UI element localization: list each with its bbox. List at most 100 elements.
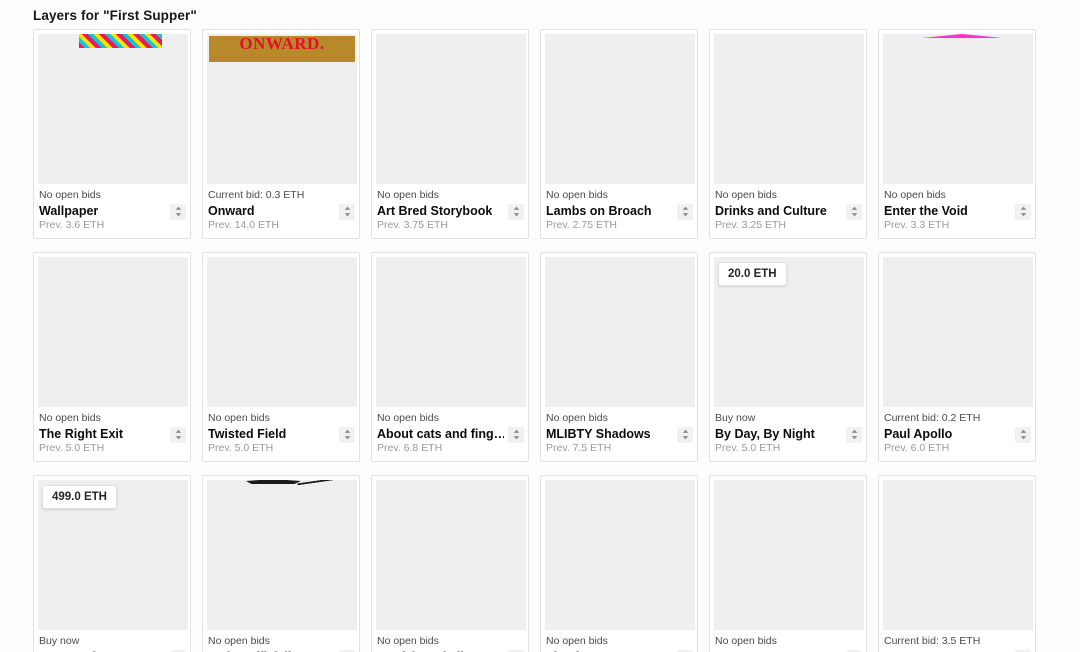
layer-meta: Current bid: 3.5 ETHI AM THE TABLE: [883, 630, 1031, 652]
previous-price: Prev. 3.25 ETH: [715, 219, 786, 231]
previous-price: Prev. 3.3 ETH: [884, 219, 950, 231]
layer-card[interactable]: No open bidsJudas officiallyPrev. 5.6 ET…: [202, 475, 360, 652]
layer-thumbnail[interactable]: [207, 257, 357, 407]
layer-card[interactable]: No open bids Drinks and Culture Prev. 3.25…: [709, 29, 867, 239]
layer-title: By Day, By Night: [715, 427, 815, 441]
price-badge: 499.0 ETH: [42, 485, 117, 509]
layer-meta: No open bids Art Bred Storybook Prev. 3.75…: [376, 184, 524, 238]
layer-card[interactable]: No open bids Wallpaper Prev. 3.6 ETH: [33, 29, 191, 239]
layer-card[interactable]: 20.0 ETH Buy now By Day, By Night Prev. 5.0…: [709, 252, 867, 462]
chevron-up-down-icon[interactable]: [846, 426, 862, 443]
layer-meta: Buy now By Day, By Night Prev. 5.0 ETH: [714, 407, 862, 461]
bid-status: No open bids: [546, 412, 608, 424]
bid-status: No open bids: [377, 635, 439, 647]
bid-status: Buy now: [39, 635, 80, 647]
previous-price: Prev. 5.0 ETH: [715, 442, 781, 454]
layer-card[interactable]: No open bids MLIBTY Shadows Prev. 7.5 ETH: [540, 252, 698, 462]
previous-price: Prev. 7.5 ETH: [546, 442, 612, 454]
layer-thumbnail[interactable]: [883, 34, 1033, 184]
layer-thumbnail[interactable]: [883, 257, 1033, 407]
layer-thumbnail[interactable]: [545, 480, 695, 630]
chevron-up-down-icon[interactable]: [677, 426, 693, 443]
layer-thumbnail[interactable]: [38, 34, 188, 184]
bid-status: No open bids: [39, 189, 101, 201]
layer-card[interactable]: No open bidsThe three GracesPrev. 20.0 E…: [540, 475, 698, 652]
layer-thumbnail[interactable]: [207, 34, 357, 184]
layer-title: Onward: [208, 204, 255, 218]
layer-meta: Current bid: 0.3 ETH Onward Prev. 14.0 ETH: [207, 184, 355, 238]
chevron-up-down-icon[interactable]: [1015, 426, 1031, 443]
layer-thumbnail[interactable]: [714, 34, 864, 184]
layer-title: Twisted Field: [208, 427, 287, 441]
bid-status: No open bids: [208, 635, 270, 647]
bid-status: No open bids: [546, 635, 608, 647]
layer-title-row: The Right Exit: [39, 426, 186, 443]
layer-title: Art Bred Storybook: [377, 204, 493, 218]
layer-title-row: Art Bred Storybook: [377, 203, 524, 220]
chevron-up-down-icon[interactable]: [170, 203, 186, 220]
previous-price: Prev. 3.6 ETH: [39, 219, 105, 231]
layer-card[interactable]: No open bids The Right Exit Prev. 5.0 ETH: [33, 252, 191, 462]
layer-thumbnail[interactable]: [376, 34, 526, 184]
layer-meta: No open bids Drinks and Culture Prev. 3.25…: [714, 184, 862, 238]
layer-title-row: Twisted Field: [208, 426, 355, 443]
layer-card[interactable]: No open bids About cats and fing… Prev. 6.…: [371, 252, 529, 462]
layer-thumbnail[interactable]: [376, 480, 526, 630]
layer-title-row: Enter the Void: [884, 203, 1031, 220]
layer-thumbnail[interactable]: [545, 34, 695, 184]
layer-title: About cats and fing…: [377, 427, 504, 441]
layer-title: The Right Exit: [39, 427, 124, 441]
chevron-up-down-icon[interactable]: [1015, 203, 1031, 220]
bid-status: No open bids: [546, 189, 608, 201]
bid-status: Current bid: 0.3 ETH: [208, 189, 305, 201]
layer-card[interactable]: Current bid: 3.5 ETHI AM THE TABLE: [878, 475, 1036, 652]
chevron-up-down-icon[interactable]: [339, 203, 355, 220]
previous-price: Prev. 5.0 ETH: [39, 442, 105, 454]
layer-card[interactable]: Current bid: 0.3 ETH Onward Prev. 14.0 ETH: [202, 29, 360, 239]
chevron-up-down-icon[interactable]: [170, 426, 186, 443]
layer-title: Lambs on Broach: [546, 204, 652, 218]
layer-thumbnail[interactable]: [207, 480, 357, 630]
layer-card[interactable]: No open bids Twisted Field Prev. 5.0 ETH: [202, 252, 360, 462]
layer-meta: No open bidsArtPrawnPrev. 20.0 ETH: [714, 630, 862, 652]
layer-card[interactable]: No open bidsArtPrawnPrev. 20.0 ETH: [709, 475, 867, 652]
layer-meta: No open bids Enter the Void Prev. 3.3 ETH: [883, 184, 1031, 238]
bid-status: No open bids: [377, 412, 439, 424]
layer-title-row: By Day, By Night: [715, 426, 862, 443]
layer-title-row: Onward: [208, 203, 355, 220]
layer-thumbnail[interactable]: [545, 257, 695, 407]
bid-status: No open bids: [715, 635, 777, 647]
page-title: Layers for "First Supper": [33, 8, 197, 23]
layer-meta: Buy nowDecentral EyesPrev. 77.0 ETH: [38, 630, 186, 652]
layer-card[interactable]: 499.0 ETH Buy nowDecentral EyesPrev. 77.0…: [33, 475, 191, 652]
layer-meta: No open bidsJudas officiallyPrev. 5.6 ET…: [207, 630, 355, 652]
bid-status: No open bids: [208, 412, 270, 424]
layer-card[interactable]: Current bid: 0.2 ETH Paul Apollo Prev. 6.0…: [878, 252, 1036, 462]
bid-status: Buy now: [715, 412, 756, 424]
chevron-up-down-icon[interactable]: [846, 203, 862, 220]
chevron-up-down-icon[interactable]: [677, 203, 693, 220]
layer-card[interactable]: No open bids Enter the Void Prev. 3.3 ETH: [878, 29, 1036, 239]
layer-thumbnail[interactable]: [714, 480, 864, 630]
layer-thumbnail[interactable]: [38, 257, 188, 407]
layer-thumbnail[interactable]: [376, 257, 526, 407]
bid-status: Current bid: 3.5 ETH: [884, 635, 981, 647]
layer-card[interactable]: No open bidsStat(u)es of LibertyPrev. 10…: [371, 475, 529, 652]
layer-meta: No open bids About cats and fing… Prev. 6.…: [376, 407, 524, 461]
layer-title-row: Paul Apollo: [884, 426, 1031, 443]
layer-title: Enter the Void: [884, 204, 968, 218]
layer-meta: No open bids The Right Exit Prev. 5.0 ETH: [38, 407, 186, 461]
chevron-up-down-icon[interactable]: [508, 203, 524, 220]
layer-meta: Current bid: 0.2 ETH Paul Apollo Prev. 6.0…: [883, 407, 1031, 461]
layer-thumbnail[interactable]: [883, 480, 1033, 630]
previous-price: Prev. 6.0 ETH: [884, 442, 950, 454]
bid-status: No open bids: [377, 189, 439, 201]
layer-title: Wallpaper: [39, 204, 99, 218]
layer-card[interactable]: No open bids Lambs on Broach Prev. 2.75 ET…: [540, 29, 698, 239]
chevron-up-down-icon[interactable]: [339, 426, 355, 443]
chevron-up-down-icon[interactable]: [508, 426, 524, 443]
layers-grid: No open bids Wallpaper Prev. 3.6 ETH Curren…: [33, 29, 1047, 652]
bid-status: No open bids: [884, 189, 946, 201]
price-badge: 20.0 ETH: [718, 262, 787, 286]
layer-card[interactable]: No open bids Art Bred Storybook Prev. 3.75…: [371, 29, 529, 239]
